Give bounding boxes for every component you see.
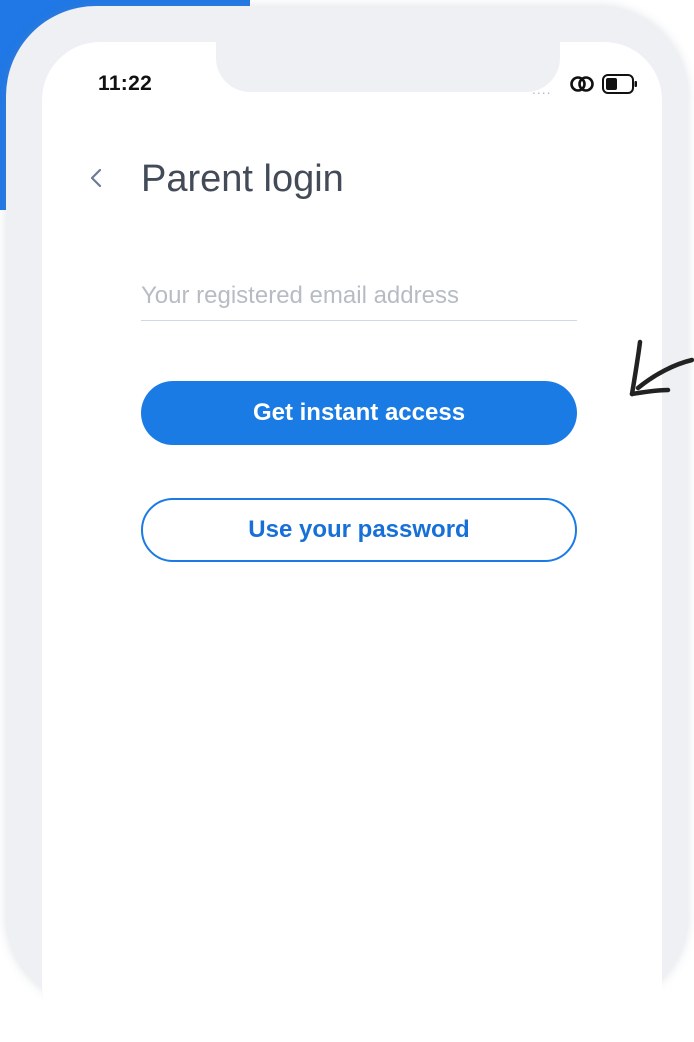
status-time: 11:22 (98, 72, 153, 95)
signal-dots: .... (532, 81, 552, 97)
email-field[interactable] (141, 272, 577, 321)
link-icon (570, 76, 594, 92)
status-icons: .... (532, 72, 642, 96)
phone-frame: 11:22 .... Parent login Get instant acce… (6, 6, 688, 1042)
battery-icon (602, 74, 637, 94)
app-screen: 11:22 .... Parent login Get instant acce… (42, 42, 662, 1042)
page-title: Parent login (141, 158, 344, 200)
chevron-left-icon[interactable] (84, 160, 108, 196)
use-password-button[interactable]: Use your password (141, 498, 577, 562)
hand-drawn-arrow-icon (629, 339, 694, 397)
phone-notch (216, 42, 560, 92)
get-instant-access-button[interactable]: Get instant access (141, 381, 577, 445)
